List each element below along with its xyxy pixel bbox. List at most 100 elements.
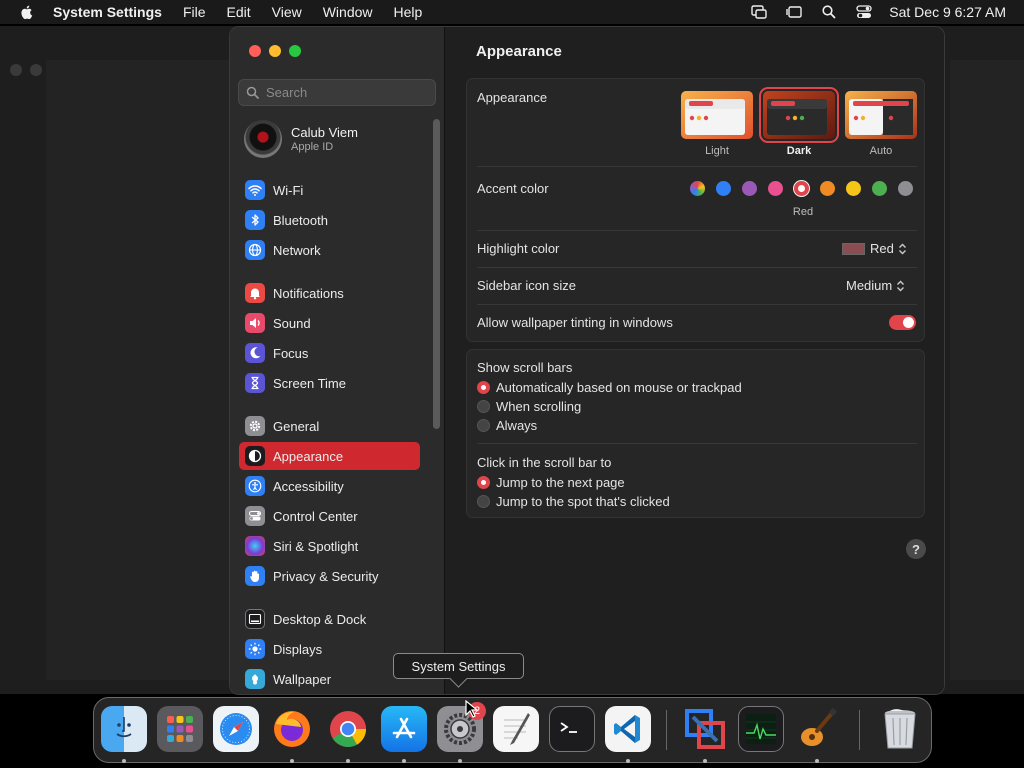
sidebar-item-appearance[interactable]: Appearance <box>239 442 420 470</box>
scroll-bars-always-radio[interactable] <box>477 419 490 432</box>
sidebar: Calub Viem Apple ID Wi-Fi Bluetooth Netw… <box>230 27 445 694</box>
theme-dark-label: Dark <box>786 145 812 157</box>
accent-color-swatch[interactable] <box>690 181 705 196</box>
theme-dark-option[interactable] <box>759 87 839 143</box>
mouse-cursor-icon <box>465 700 479 718</box>
dock-finder-icon[interactable] <box>101 706 147 752</box>
scroll-bars-when-scrolling-radio[interactable] <box>477 400 490 413</box>
dock-safari-icon[interactable] <box>213 706 259 752</box>
dock-terminal-icon[interactable] <box>549 706 595 752</box>
sidebar-item-privacy-security[interactable]: Privacy & Security <box>239 562 420 590</box>
sidebar-item-general[interactable]: General <box>239 412 420 440</box>
minimize-button[interactable] <box>269 45 281 57</box>
sidebar-icon-size-popup[interactable]: Medium <box>846 278 905 293</box>
menu-window[interactable]: Window <box>323 4 373 20</box>
menu-bar: System Settings File Edit View Window He… <box>0 0 1024 24</box>
menu-edit[interactable]: Edit <box>227 4 251 20</box>
close-button[interactable] <box>249 45 261 57</box>
scroll-bars-automatic-radio[interactable] <box>477 381 490 394</box>
menu-file[interactable]: File <box>183 4 206 20</box>
sidebar-item-control-center[interactable]: Control Center <box>239 502 420 530</box>
apple-menu-icon[interactable] <box>19 4 35 20</box>
theme-light-option[interactable] <box>681 91 753 139</box>
theme-auto-option[interactable] <box>845 91 917 139</box>
scroll-bars-when-scrolling-label[interactable]: When scrolling <box>496 399 581 414</box>
sidebar-item-screen-time[interactable]: Screen Time <box>239 369 420 397</box>
hand-icon <box>245 566 265 586</box>
sidebar-item-label: Siri & Spotlight <box>273 538 359 554</box>
accent-color-swatch[interactable] <box>794 181 809 196</box>
click-jump-to-spot-radio[interactable] <box>477 495 490 508</box>
dock-running-indicator <box>703 759 707 763</box>
sidebar-item-sound[interactable]: Sound <box>239 309 420 337</box>
zoom-button[interactable] <box>289 45 301 57</box>
highlight-color-label: Highlight color <box>477 241 560 256</box>
dock-textedit-icon[interactable] <box>493 706 539 752</box>
dock-separator <box>859 710 860 750</box>
sidebar-item-siri-spotlight[interactable]: Siri & Spotlight <box>239 532 420 560</box>
sidebar-item-desktop-dock[interactable]: Desktop & Dock <box>239 605 420 633</box>
highlight-color-popup[interactable]: Red <box>842 241 907 256</box>
divider <box>477 267 917 268</box>
dock-running-indicator <box>290 759 294 763</box>
accent-color-swatch[interactable] <box>820 181 835 196</box>
scroll-bar-settings-group: Show scroll bars Automatically based on … <box>466 349 925 518</box>
sidebar-item-focus[interactable]: Focus <box>239 339 420 367</box>
dock-garageband-icon[interactable] <box>794 706 840 752</box>
dock-tooltip: System Settings <box>393 653 524 679</box>
dock-app-store-icon[interactable] <box>381 706 427 752</box>
click-scroll-bar-label: Click in the scroll bar to <box>477 455 612 470</box>
menu-help[interactable]: Help <box>394 4 423 20</box>
background-window-panel <box>46 60 246 680</box>
page-title: Appearance <box>476 43 562 60</box>
click-jump-next-page-radio[interactable] <box>477 476 490 489</box>
accent-color-swatch[interactable] <box>716 181 731 196</box>
sidebar-scrollbar[interactable] <box>433 119 440 429</box>
stage-manager-icon[interactable] <box>785 4 803 20</box>
sidebar-item-label: Network <box>273 242 321 258</box>
accent-color-swatch[interactable] <box>898 181 913 196</box>
click-jump-to-spot-label[interactable]: Jump to the spot that's clicked <box>496 494 670 509</box>
dock-launchpad-icon[interactable] <box>157 706 203 752</box>
help-button[interactable]: ? <box>906 539 926 559</box>
appearance-pane: Appearance Appearance Light Dark Auto Ac… <box>446 27 944 694</box>
menu-view[interactable]: View <box>272 4 302 20</box>
sidebar-item-bluetooth[interactable]: Bluetooth <box>239 206 420 234</box>
wallpaper-tinting-toggle[interactable] <box>889 315 916 330</box>
search-input[interactable] <box>266 85 426 100</box>
menu-app-name[interactable]: System Settings <box>53 4 162 20</box>
profile-name: Calub Viem <box>291 125 358 140</box>
dock-running-indicator <box>626 759 630 763</box>
spotlight-search-icon[interactable] <box>820 4 838 20</box>
dock-vscode-icon[interactable] <box>605 706 651 752</box>
sidebar-icon-size-value: Medium <box>846 278 893 293</box>
dock-firefox-icon[interactable] <box>269 706 315 752</box>
wifi-icon <box>245 180 265 200</box>
dock-vmware-icon[interactable] <box>682 706 728 752</box>
dock-activity-monitor-icon[interactable] <box>738 706 784 752</box>
accent-color-swatch[interactable] <box>872 181 887 196</box>
scroll-bars-automatic-label[interactable]: Automatically based on mouse or trackpad <box>496 380 742 395</box>
sidebar-item-notifications[interactable]: Notifications <box>239 279 420 307</box>
screen-mirroring-icon[interactable] <box>750 4 768 20</box>
accent-color-swatch[interactable] <box>846 181 861 196</box>
menubar-clock[interactable]: Sat Dec 9 6:27 AM <box>889 4 1006 20</box>
apple-id-profile[interactable]: Calub Viem Apple ID <box>244 120 358 158</box>
click-jump-next-page-label[interactable]: Jump to the next page <box>496 475 625 490</box>
accessibility-icon <box>245 476 265 496</box>
sidebar-item-label: Accessibility <box>273 478 344 494</box>
scroll-bars-always-label[interactable]: Always <box>496 418 537 433</box>
sidebar-search[interactable] <box>238 79 436 106</box>
wallpaper-icon <box>245 669 265 689</box>
sidebar-item-accessibility[interactable]: Accessibility <box>239 472 420 500</box>
sidebar-item-wifi[interactable]: Wi-Fi <box>239 176 420 204</box>
sidebar-item-label: Notifications <box>273 285 344 301</box>
dock-chrome-icon[interactable] <box>325 706 371 752</box>
accent-color-swatch[interactable] <box>768 181 783 196</box>
dock-trash-icon[interactable] <box>877 706 923 752</box>
sidebar-item-label: Sound <box>273 315 311 331</box>
control-center-icon[interactable] <box>855 4 873 20</box>
sidebar-item-network[interactable]: Network <box>239 236 420 264</box>
accent-color-swatch[interactable] <box>742 181 757 196</box>
accent-color-name: Red <box>792 206 814 218</box>
